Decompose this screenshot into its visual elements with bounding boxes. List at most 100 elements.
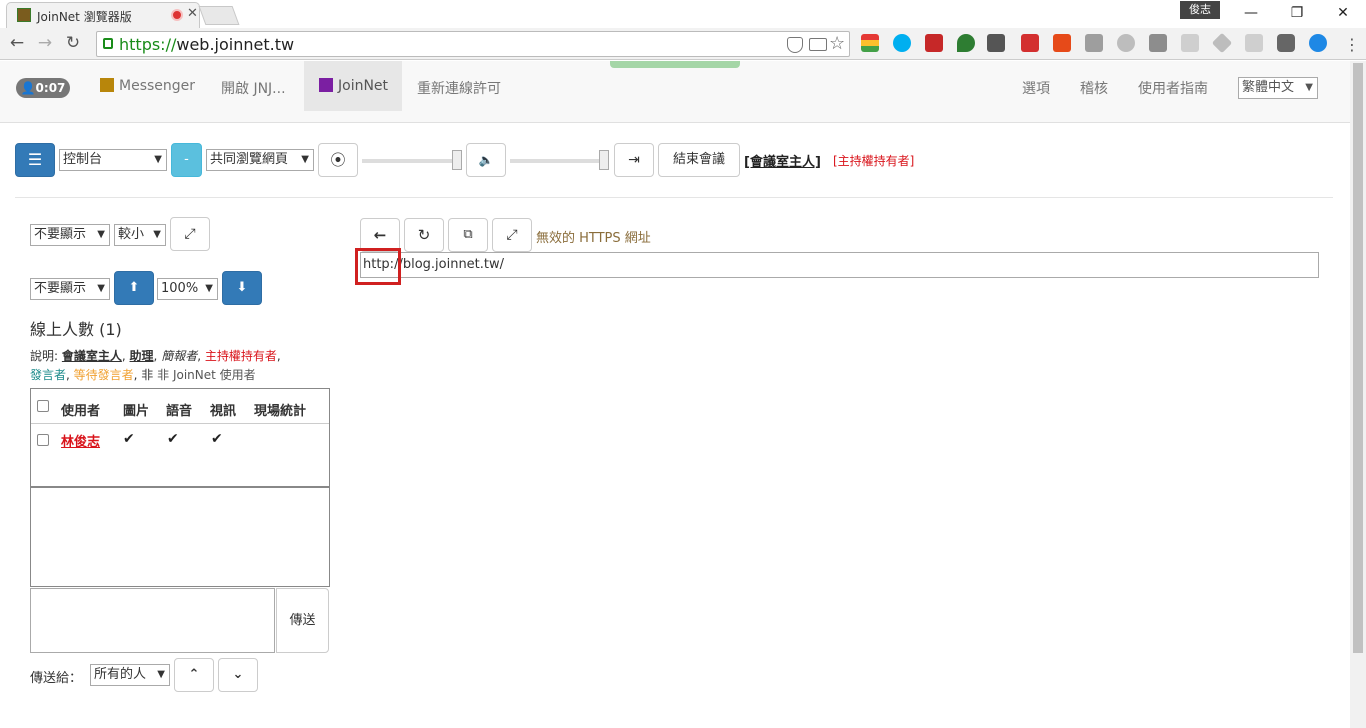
expand-icon: ⤢ (184, 226, 196, 242)
user-name[interactable]: 林俊志 (61, 431, 100, 450)
legend-reporter: 簡報者 (161, 349, 198, 363)
menu-button[interactable]: ☰ (15, 143, 55, 177)
window-close-icon[interactable]: ✕ (1320, 0, 1366, 26)
browser-menu-icon[interactable]: ⋮ (1344, 35, 1360, 54)
bookmark-star-icon[interactable]: ☆ (829, 33, 845, 54)
column-video: 視訊 (210, 404, 237, 419)
display-select-2[interactable]: 不要顯示 ▼ (30, 278, 110, 300)
shield-icon[interactable] (787, 37, 803, 53)
picture-check-icon: ✔ (123, 431, 135, 447)
chat-input[interactable] (30, 588, 275, 653)
restore-icon[interactable]: ❐ (1274, 0, 1320, 26)
end-meeting-button[interactable]: 結束會議 (658, 143, 740, 177)
messenger-icon (100, 78, 114, 92)
chat-extension-icon[interactable] (1085, 34, 1103, 52)
office-icon[interactable] (1053, 34, 1071, 52)
address-url: https://web.joinnet.tw (119, 35, 295, 54)
acrobat-icon[interactable] (1021, 34, 1039, 52)
download-button[interactable]: ⬇ (222, 271, 262, 305)
console-select[interactable]: 控制台 ▼ (59, 149, 167, 171)
external-link-icon: ⧉ (463, 227, 473, 242)
select-all-checkbox[interactable] (37, 400, 49, 412)
role-owner-label: [會議室主人] (744, 155, 821, 170)
scrollbar-thumb[interactable] (1353, 63, 1363, 653)
speaker-button[interactable]: 🔈 (466, 143, 506, 177)
new-tab-button[interactable] (198, 6, 240, 25)
extension-colors-icon[interactable] (861, 34, 879, 52)
nav-user-guide[interactable]: 使用者指南 (1138, 78, 1208, 98)
nav-audit[interactable]: 稽核 (1080, 78, 1108, 98)
cobrowse-url-input[interactable]: http://blog.joinnet.tw/ (360, 252, 1319, 278)
mic-volume-handle[interactable] (452, 150, 462, 170)
nav-options[interactable]: 選項 (1022, 78, 1050, 98)
legend-host: 主持權持有者 (204, 349, 277, 363)
nav-messenger[interactable]: Messenger (100, 78, 195, 94)
profile-chip[interactable]: 俊志 (1180, 1, 1220, 19)
send-to-select[interactable]: 所有的人 ▼ (90, 664, 170, 686)
divider (15, 197, 1333, 198)
send-button[interactable]: 傳送 (276, 588, 329, 653)
chevron-up-icon: ⌃ (188, 667, 200, 682)
chat-log (30, 487, 330, 587)
tamper-icon[interactable] (1277, 34, 1295, 52)
nav-joinnet[interactable]: JoinNet (319, 78, 388, 94)
record-button[interactable]: ⦿ (318, 143, 358, 177)
page-scrollbar[interactable] (1350, 61, 1366, 728)
exit-button[interactable]: ⇥ (614, 143, 654, 177)
skype-icon[interactable] (893, 34, 911, 52)
browser-toolbar: ← → ↻ https://web.joinnet.tw ☆ ⋮ (0, 28, 1366, 60)
nav-reconnect-permission[interactable]: 重新連線許可 (417, 78, 501, 98)
address-bar[interactable]: https://web.joinnet.tw ☆ (96, 31, 850, 57)
browser-tab[interactable]: JoinNet 瀏覽器版 ✕ (6, 2, 200, 28)
user-row-checkbox[interactable] (37, 434, 49, 446)
timer-value: 0:07 (35, 81, 66, 95)
nav-open-jnj[interactable]: 開啟 JNJ... (221, 78, 286, 98)
cobrowse-mode-select[interactable]: 共同瀏覽網頁 ▼ (206, 149, 314, 171)
speaker-volume-handle[interactable] (599, 150, 609, 170)
s-extension-icon[interactable] (1149, 34, 1167, 52)
back-icon[interactable]: ← (6, 32, 28, 54)
expand-icon: ⤢ (506, 227, 518, 243)
minimize-icon[interactable]: — (1228, 0, 1274, 26)
reader-extension-icon[interactable] (1181, 34, 1199, 52)
scroll-up-button[interactable]: ⬆ (114, 271, 154, 305)
m-extension-icon[interactable] (1117, 34, 1135, 52)
tab-close-icon[interactable]: ✕ (187, 6, 198, 21)
book-extension-icon[interactable] (925, 34, 943, 52)
speaker-volume-slider[interactable] (510, 150, 609, 170)
online-count-title: 線上人數 (1) (30, 320, 122, 339)
size-select[interactable]: 較小 ▼ (114, 224, 166, 246)
column-user: 使用者 (61, 404, 101, 419)
hamburger-icon: ☰ (27, 150, 43, 169)
cloud-icon[interactable] (1309, 34, 1327, 52)
role-host-label: [主持權持有者] (833, 154, 915, 168)
mic-volume-slider[interactable] (362, 150, 462, 170)
language-select[interactable]: 繁體中文 ▼ (1238, 77, 1318, 99)
reload-icon[interactable]: ↻ (62, 32, 84, 54)
display-select-1[interactable]: 不要顯示 ▼ (30, 224, 110, 246)
evernote-icon[interactable] (957, 34, 975, 52)
cobrowse-back-button[interactable]: ← (360, 218, 400, 252)
cobrowse-fullscreen-button[interactable]: ⤢ (492, 218, 532, 252)
minimize-panel-button[interactable]: - (171, 143, 202, 177)
legend-assistant: 助理 (129, 349, 154, 363)
joinnet-icon (319, 78, 333, 92)
user-icon: 👤 (20, 81, 36, 95)
lite-extension-icon[interactable] (987, 34, 1005, 52)
zoom-select[interactable]: 100% ▼ (157, 278, 218, 300)
move-down-button[interactable]: ⌄ (218, 658, 258, 692)
move-up-button[interactable]: ⌃ (174, 658, 214, 692)
forward-icon[interactable]: → (34, 32, 56, 54)
drive-icon[interactable] (1211, 32, 1233, 54)
legend-speaker: 發言者 (30, 368, 67, 382)
camera-blocked-icon[interactable] (809, 38, 827, 51)
speaker-icon: 🔈 (478, 153, 494, 167)
cobrowse-reload-button[interactable]: ↻ (404, 218, 444, 252)
cobrowse-open-external-button[interactable]: ⧉ (448, 218, 488, 252)
role-legend: 說明: 會議室主人, 助理, 簡報者, 主持權持有者, 發言者, 等待發言者, … (30, 349, 281, 382)
https-warning: 無效的 HTTPS 網址 (536, 231, 651, 246)
joinnet-favicon-icon (17, 8, 31, 22)
exif-icon[interactable] (1245, 34, 1263, 52)
expand-button[interactable]: ⤢ (170, 217, 210, 251)
session-timer: 👤0:07 (16, 78, 70, 98)
